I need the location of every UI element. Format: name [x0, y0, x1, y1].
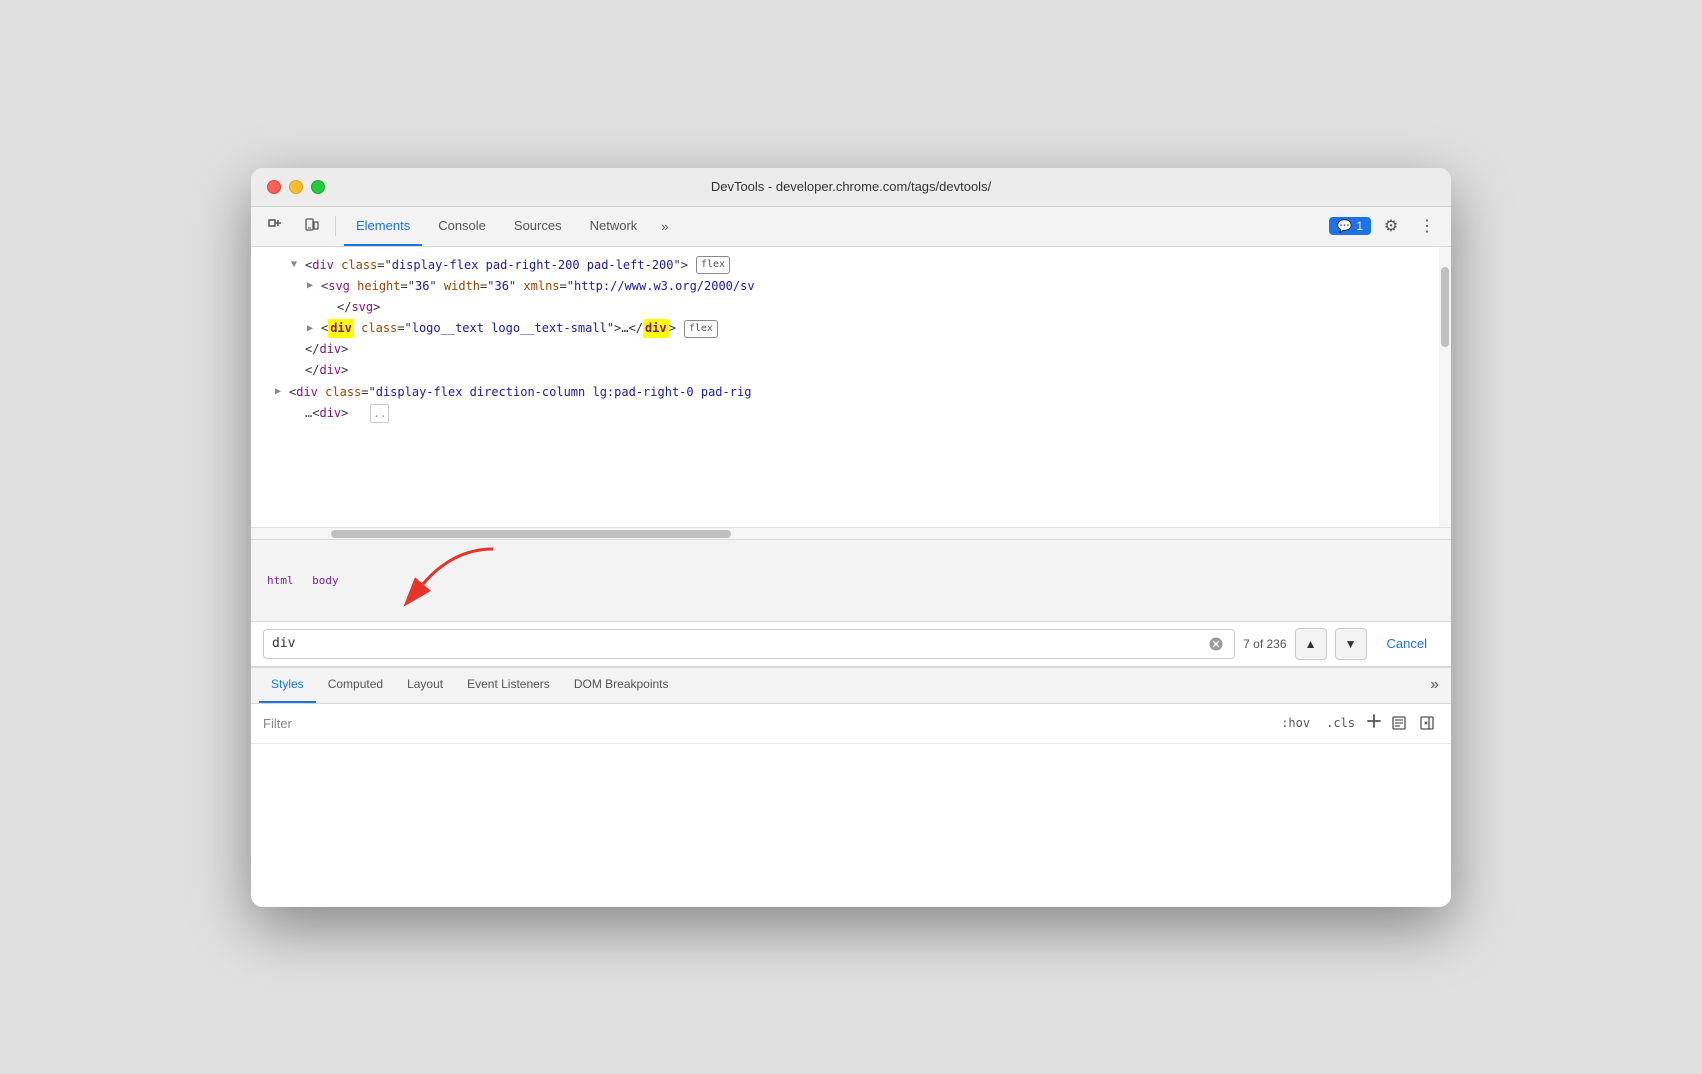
- search-input-wrapper: [263, 629, 1235, 659]
- h-scrollbar-thumb[interactable]: [331, 530, 731, 538]
- flex-badge[interactable]: flex: [696, 256, 730, 274]
- settings-button[interactable]: ⚙: [1375, 210, 1407, 242]
- notification-icon: 💬: [1337, 219, 1352, 233]
- breadcrumb-bar: html body: [251, 539, 1451, 622]
- tab-console[interactable]: Console: [426, 206, 498, 246]
- device-toolbar-button[interactable]: [295, 210, 327, 242]
- dom-line[interactable]: </svg>: [251, 297, 1451, 318]
- toggle-sidebar-icon[interactable]: [1415, 711, 1439, 735]
- devtools-panel: Elements Console Sources Network » 💬 1 ⚙: [251, 207, 1451, 907]
- search-prev-button[interactable]: ▲: [1295, 628, 1327, 660]
- dom-line[interactable]: <div class="display-flex pad-right-200 p…: [251, 255, 1451, 276]
- close-button[interactable]: [267, 180, 281, 194]
- tab-dom-breakpoints[interactable]: DOM Breakpoints: [562, 667, 681, 703]
- bottom-panel: Styles Computed Layout Event Listeners D…: [251, 667, 1451, 744]
- tab-styles[interactable]: Styles: [259, 667, 316, 703]
- filter-placeholder: Filter: [263, 716, 1275, 731]
- window-title: DevTools - developer.chrome.com/tags/dev…: [711, 179, 991, 194]
- expand-triangle[interactable]: [307, 278, 319, 294]
- ellipsis-icon: ⋮: [1419, 216, 1435, 236]
- elements-panel: <div class="display-flex pad-right-200 p…: [251, 247, 1451, 907]
- arrow-annotation-container: [383, 544, 503, 617]
- expand-triangle[interactable]: [291, 257, 303, 273]
- notification-count: 1: [1356, 219, 1363, 233]
- expand-ellipsis[interactable]: ..: [370, 404, 389, 424]
- tab-elements[interactable]: Elements: [344, 206, 422, 246]
- dom-line[interactable]: <svg height="36" width="36" xmlns="http:…: [251, 276, 1451, 297]
- search-clear-button[interactable]: [1206, 634, 1226, 654]
- dom-line[interactable]: <div class="display-flex direction-colum…: [251, 382, 1451, 403]
- tab-computed[interactable]: Computed: [316, 667, 395, 703]
- down-arrow-icon: ▼: [1345, 637, 1357, 651]
- tab-layout[interactable]: Layout: [395, 667, 455, 703]
- flex-badge[interactable]: flex: [684, 320, 718, 338]
- filter-actions: :hov .cls: [1275, 711, 1439, 735]
- breadcrumb-html[interactable]: html: [263, 572, 298, 589]
- cls-button[interactable]: .cls: [1320, 714, 1361, 732]
- notification-badge[interactable]: 💬 1: [1329, 217, 1371, 235]
- arrow-annotation: [383, 544, 503, 614]
- search-input[interactable]: [272, 636, 1206, 651]
- devtools-window: DevTools - developer.chrome.com/tags/dev…: [251, 168, 1451, 907]
- up-arrow-icon: ▲: [1305, 637, 1317, 651]
- filter-bar: Filter :hov .cls: [251, 704, 1451, 744]
- more-options-button[interactable]: ⋮: [1411, 210, 1443, 242]
- dom-line[interactable]: … < div > ..: [251, 403, 1451, 425]
- search-count: 7 of 236: [1243, 637, 1286, 651]
- add-style-rule-button[interactable]: [1365, 712, 1383, 735]
- dom-tree[interactable]: <div class="display-flex pad-right-200 p…: [251, 247, 1451, 527]
- search-current: 7: [1243, 637, 1250, 651]
- styles-tabs: Styles Computed Layout Event Listeners D…: [251, 668, 1451, 704]
- new-style-rule-icon[interactable]: [1387, 711, 1411, 735]
- traffic-lights: [267, 180, 325, 194]
- tab-network[interactable]: Network: [578, 206, 650, 246]
- dom-line[interactable]: </div>: [251, 339, 1451, 360]
- highlighted-close-tag: div: [643, 319, 669, 338]
- breadcrumb-separator: [298, 574, 309, 587]
- more-styles-tabs-button[interactable]: »: [1426, 676, 1443, 694]
- search-total: of 236: [1253, 637, 1286, 651]
- expand-triangle[interactable]: [307, 321, 319, 337]
- scrollbar-thumb[interactable]: [1441, 267, 1449, 347]
- hov-button[interactable]: :hov: [1275, 714, 1316, 732]
- dom-line[interactable]: </div>: [251, 360, 1451, 381]
- search-bar: 7 of 236 ▲ ▼ Cancel: [251, 622, 1451, 667]
- tab-event-listeners[interactable]: Event Listeners: [455, 667, 562, 703]
- vertical-scrollbar[interactable]: [1439, 247, 1451, 527]
- tab-sources[interactable]: Sources: [502, 206, 574, 246]
- minimize-button[interactable]: [289, 180, 303, 194]
- breadcrumb-body[interactable]: body: [308, 572, 343, 589]
- expand-triangle[interactable]: [275, 384, 287, 400]
- highlighted-tag: div: [328, 319, 354, 338]
- maximize-button[interactable]: [311, 180, 325, 194]
- dom-line[interactable]: <div class="logo__text logo__text-small"…: [251, 318, 1451, 339]
- title-bar: DevTools - developer.chrome.com/tags/dev…: [251, 168, 1451, 207]
- devtools-toolbar: Elements Console Sources Network » 💬 1 ⚙: [251, 207, 1451, 247]
- search-next-button[interactable]: ▼: [1335, 628, 1367, 660]
- gear-icon: ⚙: [1384, 216, 1398, 236]
- inspect-element-button[interactable]: [259, 210, 291, 242]
- more-tabs-button[interactable]: »: [653, 210, 676, 242]
- horizontal-scrollbar[interactable]: [251, 527, 1451, 539]
- toolbar-divider: [335, 216, 336, 236]
- search-cancel-button[interactable]: Cancel: [1375, 632, 1439, 655]
